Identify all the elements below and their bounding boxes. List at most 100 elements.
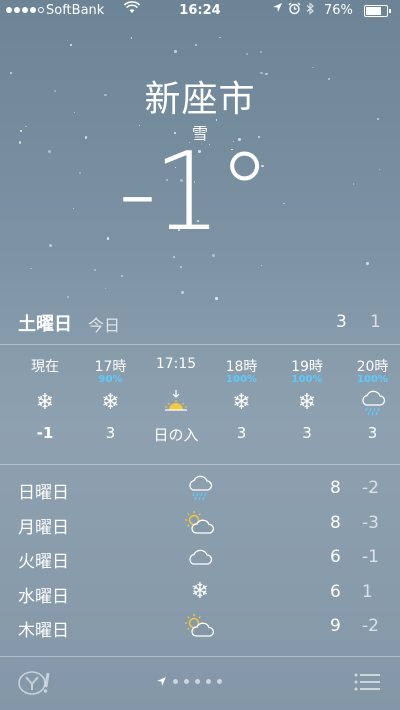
hour-label: 19時 — [291, 359, 323, 375]
daily-forecast-row: 月曜日 8 -3 — [0, 507, 400, 541]
rain-cloud-icon — [182, 474, 218, 502]
precip-chance: 90% — [98, 374, 123, 385]
snowflake-icon: ❄ — [101, 390, 120, 415]
divider — [0, 656, 400, 657]
hour-value: 3 — [367, 424, 378, 442]
snow-particle — [181, 291, 184, 294]
cloud-icon — [182, 543, 218, 571]
hourly-item: 19時 100% ❄ 3 — [274, 356, 340, 442]
hour-label: 17時 — [94, 359, 127, 375]
partly-sunny-icon — [182, 509, 218, 537]
hour-value: 3 — [105, 424, 116, 442]
precip-chance: 100% — [357, 374, 388, 385]
snow-particle — [353, 183, 355, 185]
day-low: -2 — [362, 616, 379, 636]
page-dot[interactable] — [217, 679, 222, 684]
snow-particle — [106, 236, 110, 240]
snow-particle — [283, 202, 285, 205]
hour-label: 現在 — [31, 359, 59, 375]
battery-icon — [364, 5, 391, 17]
snow-particle — [180, 265, 183, 268]
yahoo-logo-icon[interactable] — [18, 670, 54, 696]
snowflake-icon: ❄ — [35, 390, 55, 415]
snowflake-icon: ❄ — [190, 578, 210, 604]
day-low: -1 — [362, 547, 379, 567]
day-name: 木曜日 — [18, 621, 69, 641]
snow-particle — [173, 50, 177, 54]
snow-particle — [69, 43, 73, 47]
snow-particle — [312, 66, 314, 69]
hourly-item: 17時 90% ❄ 3 — [78, 356, 144, 442]
today-high: 3 — [336, 312, 347, 332]
precip-chance: 100% — [226, 374, 257, 385]
snow-particle — [130, 37, 132, 39]
page-dot[interactable] — [195, 679, 200, 684]
snow-particle — [66, 40, 68, 42]
alarm-icon — [288, 2, 301, 18]
snow-particle — [72, 207, 75, 209]
rain-cloud-icon — [340, 386, 400, 420]
precip-chance — [143, 374, 209, 386]
day-name: 火曜日 — [18, 552, 69, 572]
hour-value: -1 — [36, 424, 54, 442]
day-low: -3 — [362, 512, 379, 533]
page-dot[interactable] — [173, 679, 178, 684]
page-indicator[interactable] — [156, 676, 222, 687]
snow-particle — [379, 168, 381, 170]
snow-particle — [79, 172, 81, 175]
snow-particle — [246, 53, 249, 56]
snow-particle — [49, 244, 53, 247]
page-dot[interactable] — [206, 679, 211, 684]
location-arrow-icon — [272, 2, 283, 16]
day-high: 8 — [330, 512, 341, 533]
city-name: 新座市 — [144, 79, 256, 120]
day-high: 6 — [330, 547, 341, 567]
page-dot[interactable] — [184, 679, 189, 684]
day-high: 8 — [330, 478, 341, 498]
snow-particle — [195, 44, 197, 46]
snow-particle — [105, 288, 107, 290]
hourly-item: 現在 ❄ -1 — [12, 356, 78, 442]
current-location-icon — [157, 677, 166, 686]
day-high: 9 — [330, 616, 341, 636]
daily-forecast-row: 木曜日 9 -2 — [0, 610, 400, 644]
snow-particle — [47, 149, 51, 153]
current-temperature: -1° — [118, 130, 272, 255]
snow-particle — [120, 275, 123, 278]
today-label: 今日 — [88, 316, 121, 335]
snow-particle — [219, 36, 221, 39]
hour-label: 20時 — [356, 359, 389, 375]
hour-value: 3 — [302, 424, 312, 442]
city-list-icon[interactable] — [354, 672, 380, 692]
daily-forecast-row: 火曜日 6 -1 — [0, 541, 400, 575]
hour-label: 18時 — [225, 359, 258, 375]
snow-particle — [67, 296, 70, 298]
partly-sunny-icon — [182, 612, 218, 640]
divider — [0, 344, 400, 345]
day-high: 6 — [330, 581, 341, 602]
snow-particle — [173, 256, 176, 259]
snow-particle — [366, 262, 369, 265]
hour-label: 17:15 — [155, 356, 197, 372]
day-name: 月曜日 — [18, 517, 69, 538]
today-summary-row: 土曜日 今日 3 1 — [0, 308, 400, 340]
snow-particle — [260, 264, 263, 267]
hourly-forecast[interactable]: 現在 ❄ -1 17時 90% ❄ 3 17:15 日の入 18時 100% ❄ 3 19時 100% ❄ 3 2… — [0, 346, 400, 462]
daily-forecast-row: 水曜日 ❄ 6 1 — [0, 576, 400, 610]
snowflake-icon: ❄ — [232, 390, 251, 415]
divider — [0, 464, 400, 465]
precip-chance: 100% — [291, 374, 323, 385]
today-low: 1 — [370, 312, 381, 332]
snowflake-icon: ❄ — [297, 390, 317, 415]
hourly-item: 17:15 日の入 — [143, 356, 209, 445]
hourly-item: 20時 100% 3 — [340, 356, 400, 442]
snow-particle — [94, 268, 97, 271]
hour-value: 3 — [236, 424, 247, 442]
precip-chance — [12, 374, 78, 386]
bottom-toolbar — [0, 662, 400, 710]
status-bar: SoftBank 16:24 76% — [0, 0, 400, 22]
snow-particle — [30, 267, 32, 270]
battery-percent: 76% — [324, 3, 353, 18]
day-low: 1 — [362, 581, 373, 602]
day-name: 水曜日 — [18, 586, 69, 607]
